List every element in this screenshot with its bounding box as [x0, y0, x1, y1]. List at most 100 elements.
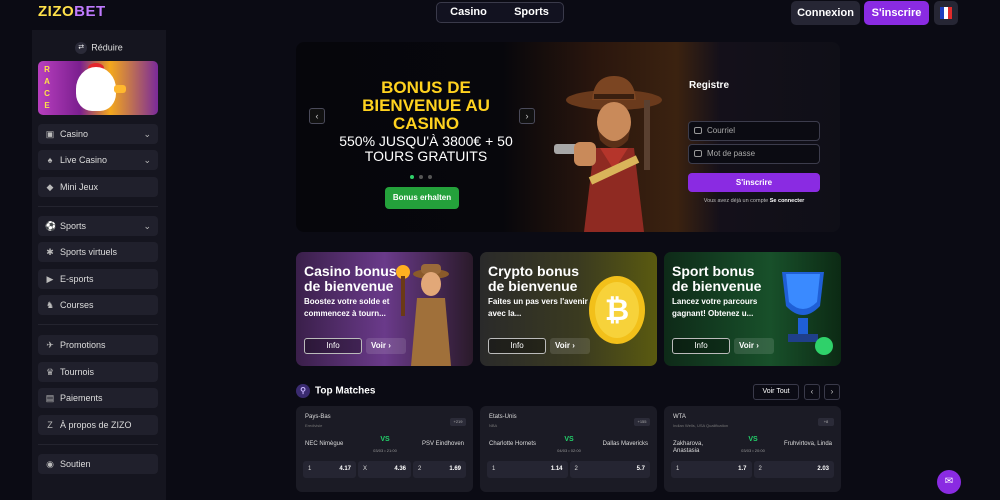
register-footer: Vous avez déjà un compte Se connecter	[688, 198, 820, 204]
sidebar-item-a-propos[interactable]: Z À propos de ZIZO	[38, 415, 158, 435]
sidebar-item-courses[interactable]: ♞ Courses	[38, 295, 158, 315]
register-submit-button[interactable]: S'inscrire	[688, 173, 820, 192]
login-link[interactable]: Se connecter	[770, 198, 805, 204]
odd-key: 2	[758, 466, 762, 472]
odd-button-1[interactable]: 1 1.7	[671, 461, 752, 478]
sidebar-item-label: Promotions	[60, 340, 106, 350]
chat-bubble-icon: ✉	[944, 476, 954, 487]
match-competition: Indian Wells, USA Qualification	[673, 423, 729, 428]
promo-info-button[interactable]: Info	[672, 338, 730, 354]
sidebar-item-label: Paiements	[60, 393, 103, 403]
promo-title: Crypto bonus de bienvenue	[488, 263, 579, 294]
hero-subtitle: 550% JUSQU'À 3800€ + 50 TOURS GRATUITS	[339, 133, 513, 164]
markets-count-badge[interactable]: +8	[818, 418, 834, 426]
promo-info-button[interactable]: Info	[488, 338, 546, 354]
away-team: PSV Eindhoven	[421, 441, 464, 447]
promo-voir-button[interactable]: Voir ›	[366, 338, 406, 354]
sidebar-item-promotions[interactable]: ✈ Promotions	[38, 335, 158, 355]
chat-button[interactable]: ✉	[937, 470, 961, 494]
promo-title: Casino bonus de bienvenue	[304, 263, 397, 294]
carousel-dot[interactable]	[410, 175, 414, 179]
promo-card-crypto[interactable]: ₿ Crypto bonus de bienvenue Faites un pa…	[480, 252, 657, 366]
sidebar-item-e-sports[interactable]: ▶ E-sports	[38, 269, 158, 289]
login-button[interactable]: Connexion	[791, 1, 860, 25]
carousel-dot[interactable]	[428, 175, 432, 179]
matches-next-button[interactable]: ›	[824, 384, 840, 400]
promo-title: Sport bonus de bienvenue	[672, 263, 762, 294]
odds-row: 1 4.17 X 4.36 2 1.69	[303, 461, 466, 478]
slot-icon: ▣	[45, 129, 55, 139]
sidebar-item-label: Mini Jeux	[60, 182, 99, 192]
sidebar-item-mini-jeux[interactable]: ◆ Mini Jeux	[38, 177, 158, 197]
lock-icon	[694, 150, 702, 157]
odd-button-1[interactable]: 1 1.14	[487, 461, 568, 478]
race-banner[interactable]: RACE	[38, 61, 158, 115]
match-league: Pays-Bas	[305, 414, 331, 420]
email-placeholder: Courriel	[707, 126, 736, 135]
match-card[interactable]: Pays-Bas Eredivisie +219 NEC Nimègue VS …	[296, 406, 473, 492]
chevron-down-icon: ⌄	[143, 221, 151, 231]
promo-card-sport[interactable]: Sport bonus de bienvenue Lancez votre pa…	[664, 252, 841, 366]
hero-prev-button[interactable]: ‹	[309, 108, 325, 124]
promo-info-button[interactable]: Info	[304, 338, 362, 354]
odd-button-1[interactable]: 1 4.17	[303, 461, 356, 478]
sidebar-item-label: À propos de ZIZO	[60, 420, 132, 430]
language-flag-button[interactable]	[934, 1, 958, 25]
home-team: Charlotte Hornets	[489, 441, 537, 447]
hero-title: BONUS DE BIENVENUE AU CASINO	[362, 78, 490, 133]
sidebar-item-casino[interactable]: ▣ Casino ⌄	[38, 124, 158, 144]
register-title: Registre	[689, 80, 730, 91]
promo-card-casino[interactable]: Casino bonus de bienvenue Boostez votre …	[296, 252, 473, 366]
match-league: Etats-Unis	[489, 414, 517, 420]
matches-prev-button[interactable]: ‹	[804, 384, 820, 400]
sidebar-item-label: E-sports	[60, 274, 94, 284]
promo-voir-button[interactable]: Voir ›	[734, 338, 774, 354]
vs-label: VS	[380, 436, 390, 443]
odd-button-x[interactable]: X 4.36	[358, 461, 411, 478]
odd-value: 5.7	[636, 466, 645, 472]
promo-voir-button[interactable]: Voir ›	[550, 338, 590, 354]
markets-count-badge[interactable]: +155	[634, 418, 650, 426]
match-card[interactable]: Etats-Unis NBA +155 Charlotte Hornets VS…	[480, 406, 657, 492]
voir-tout-button[interactable]: Voir Tout	[753, 384, 799, 400]
signup-button[interactable]: S'inscrire	[864, 1, 929, 25]
sidebar-item-label: Soutien	[60, 459, 91, 469]
match-card[interactable]: WTA Indian Wells, USA Qualification +8 Z…	[664, 406, 841, 492]
email-field[interactable]: Courriel	[688, 121, 820, 141]
sidebar-item-sports-virtuels[interactable]: ✱ Sports virtuels	[38, 242, 158, 262]
top-bar: ZIZOBET Casino Sports Connexion S'inscri…	[0, 0, 1000, 27]
home-team: Zakharova, Anastasia	[673, 441, 704, 454]
password-field[interactable]: Mot de passe	[688, 144, 820, 164]
logo[interactable]: ZIZOBET	[38, 3, 106, 20]
odd-button-2[interactable]: 2 1.69	[413, 461, 466, 478]
tab-sports[interactable]: Sports	[500, 3, 563, 22]
sidebar-item-label: Courses	[60, 300, 94, 310]
sidebar-item-live-casino[interactable]: ♠ Live Casino ⌄	[38, 150, 158, 170]
promo-description: Boostez votre solde et commencez à tourn…	[304, 297, 390, 318]
tab-casino[interactable]: Casino	[437, 3, 500, 22]
away-team: Dallas Mavericks	[602, 441, 648, 447]
hero-next-button[interactable]: ›	[519, 108, 535, 124]
sidebar-item-label: Live Casino	[60, 155, 108, 165]
odd-key: 1	[676, 466, 680, 472]
sidebar-item-label: Tournois	[60, 367, 95, 377]
sidebar-item-label: Sports virtuels	[60, 247, 118, 257]
sidebar-item-soutien[interactable]: ◉ Soutien	[38, 454, 158, 474]
carousel-dot[interactable]	[419, 175, 423, 179]
markets-count-badge[interactable]: +219	[450, 418, 466, 426]
chicken-beak	[114, 85, 126, 93]
sidebar-item-paiements[interactable]: ▤ Paiements	[38, 388, 158, 408]
trophy-icon	[782, 272, 833, 355]
collapse-sidebar-button[interactable]: ⇄ Réduire	[32, 42, 166, 54]
sidebar-item-sports[interactable]: ⚽ Sports ⌄	[38, 216, 158, 236]
megaphone-icon: ✈	[46, 340, 54, 350]
sidebar-item-label: Casino	[60, 129, 89, 139]
sidebar-item-tournois[interactable]: ♛ Tournois	[38, 362, 158, 382]
sidebar-item-label: Sports	[60, 221, 87, 231]
odd-button-2[interactable]: 2 5.7	[569, 461, 650, 478]
odd-button-2[interactable]: 2 2.03	[753, 461, 834, 478]
wallet-icon: ▤	[45, 393, 55, 403]
odds-row: 1 1.7 2 2.03	[671, 461, 834, 478]
hero-bonus-button[interactable]: Bonus erhalten	[385, 187, 459, 209]
chevron-down-icon: ⌄	[143, 129, 151, 139]
